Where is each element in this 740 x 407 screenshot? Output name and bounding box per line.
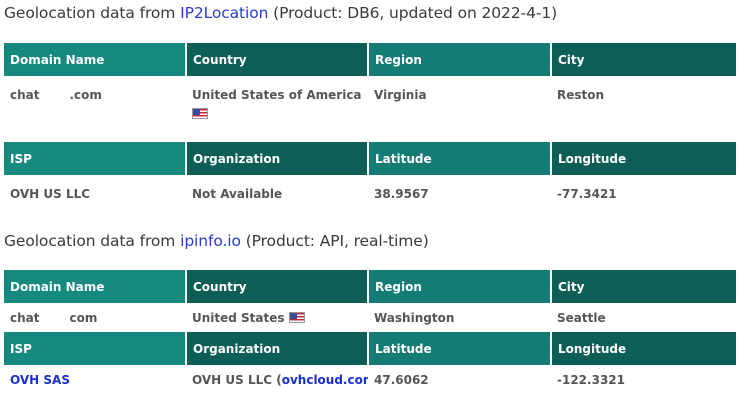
organization-value: Not Available	[192, 187, 283, 201]
city-value: Seattle	[557, 310, 606, 325]
country-value: United States	[186, 303, 368, 332]
header-row: ISP Organization Latitude Longitude	[4, 142, 736, 175]
header-domain-name: Domain Name	[4, 43, 187, 76]
longitude-value: -122.3321	[557, 372, 625, 387]
domain-name-value: chat com	[10, 310, 98, 325]
latitude-value: 47.6062	[374, 372, 429, 387]
header-row: ISP Organization Latitude Longitude	[4, 332, 736, 365]
latitude-value: 38.9567	[374, 187, 429, 201]
header-row: Domain Name Country Region City	[4, 43, 736, 76]
header-region: Region	[368, 270, 552, 303]
ip2location-table: Domain Name Country Region City chat .com…	[4, 43, 736, 213]
region-value: Washington	[374, 310, 455, 325]
header-isp: ISP	[4, 142, 187, 175]
region-value: Virginia	[374, 88, 427, 102]
domain-name-value: chat .com	[10, 88, 102, 102]
header-city: City	[551, 43, 736, 76]
ovhcloud-link[interactable]: ovhcloud.com	[282, 373, 368, 387]
header-organization: Organization	[186, 332, 369, 365]
header-longitude: Longitude	[551, 142, 736, 175]
header-country: Country	[186, 270, 369, 303]
ip2location-link[interactable]: IP2Location	[180, 4, 268, 22]
isp-value: OVH SAS	[4, 365, 186, 394]
ip2location-section-title: Geolocation data from IP2Location (Produ…	[4, 4, 558, 22]
city-value: Reston	[557, 88, 605, 102]
table-row: OVH US LLC Not Available 38.9567 -77.342…	[4, 175, 736, 213]
organization-value: OVH US LLC (ovhcloud.com)	[186, 365, 368, 394]
ipinfo-link[interactable]: ipinfo.io	[180, 232, 241, 250]
header-longitude: Longitude	[551, 332, 736, 365]
header-latitude: Latitude	[368, 142, 552, 175]
table-row: chat .com United States of America Virgin…	[4, 76, 736, 142]
header-organization: Organization	[186, 142, 369, 175]
country-value: United States of America	[186, 76, 368, 142]
header-city: City	[551, 270, 736, 303]
header-row: Domain Name Country Region City	[4, 270, 736, 303]
header-domain-name: Domain Name	[4, 270, 187, 303]
ipinfo-section-title: Geolocation data from ipinfo.io (Product…	[4, 232, 429, 250]
isp-link[interactable]: OVH SAS	[10, 373, 70, 387]
header-region: Region	[368, 43, 552, 76]
table-row: chat com United States Washington Seattle	[4, 303, 736, 332]
header-country: Country	[186, 43, 369, 76]
header-isp: ISP	[4, 332, 187, 365]
longitude-value: -77.3421	[557, 187, 617, 201]
us-flag-icon	[192, 108, 208, 119]
header-latitude: Latitude	[368, 332, 552, 365]
us-flag-icon	[288, 311, 305, 323]
ipinfo-table: Domain Name Country Region City chat com …	[4, 270, 736, 394]
isp-value: OVH US LLC	[10, 187, 91, 201]
table-row: OVH SAS OVH US LLC (ovhcloud.com) 47.606…	[4, 365, 736, 394]
